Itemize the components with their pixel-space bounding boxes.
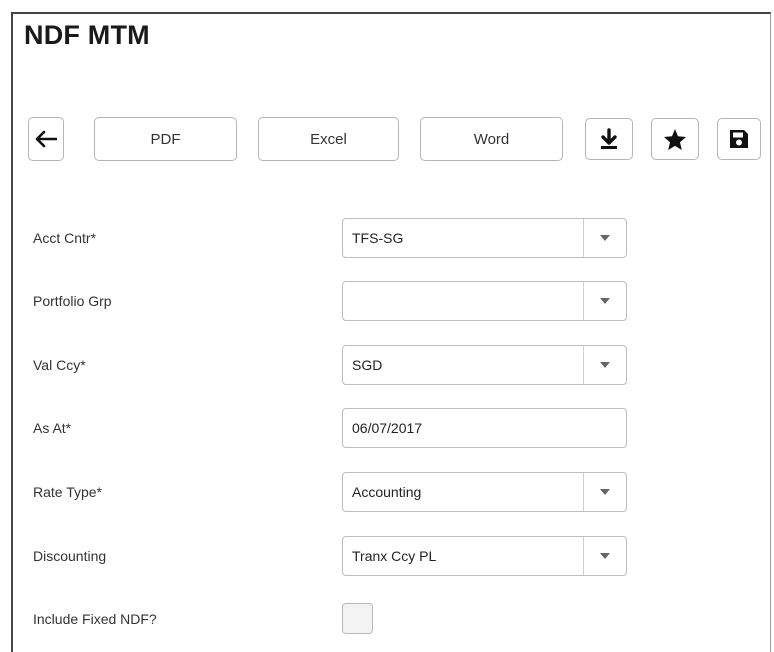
discounting-label: Discounting	[33, 548, 107, 564]
include-fixed-ndf-checkbox[interactable]	[342, 603, 373, 634]
rate-type-label: Rate Type*	[33, 484, 103, 500]
word-button[interactable]: Word	[420, 117, 563, 161]
chevron-down-icon	[600, 362, 610, 368]
dropdown-arrow[interactable]	[583, 473, 626, 511]
chevron-down-icon	[600, 489, 610, 495]
save-button[interactable]	[717, 118, 761, 160]
val-ccy-value: SGD	[352, 357, 383, 373]
val-ccy-select[interactable]: SGD	[342, 345, 627, 385]
arrow-left-icon	[35, 130, 57, 148]
as-at-input[interactable]: 06/07/2017	[342, 408, 627, 448]
acct-cntr-label: Acct Cntr*	[33, 230, 97, 246]
discounting-value: Tranx Ccy PL	[352, 548, 437, 564]
dropdown-arrow[interactable]	[583, 346, 626, 384]
chevron-down-icon	[600, 298, 610, 304]
excel-button-label: Excel	[310, 130, 347, 148]
portfolio-grp-label: Portfolio Grp	[33, 293, 112, 309]
back-button[interactable]	[28, 117, 64, 161]
rate-type-value: Accounting	[352, 484, 422, 500]
dropdown-arrow[interactable]	[583, 537, 626, 575]
pdf-button-label: PDF	[150, 130, 181, 148]
star-icon	[664, 128, 686, 150]
rate-type-select[interactable]: Accounting	[342, 472, 627, 512]
download-button[interactable]	[585, 118, 633, 160]
as-at-value: 06/07/2017	[352, 420, 423, 436]
val-ccy-label: Val Ccy*	[33, 357, 86, 373]
acct-cntr-select[interactable]: TFS-SG	[342, 218, 627, 258]
dropdown-arrow[interactable]	[583, 219, 626, 257]
page-title: NDF MTM	[24, 20, 150, 50]
chevron-down-icon	[600, 235, 610, 241]
favorite-button[interactable]	[651, 118, 699, 160]
acct-cntr-value: TFS-SG	[352, 230, 404, 246]
discounting-select[interactable]: Tranx Ccy PL	[342, 536, 627, 576]
include-fixed-ndf-label: Include Fixed NDF?	[33, 611, 157, 627]
portfolio-grp-select[interactable]	[342, 281, 627, 321]
word-button-label: Word	[473, 130, 510, 148]
as-at-label: As At*	[33, 420, 72, 436]
floppy-disk-icon	[730, 130, 748, 148]
chevron-down-icon	[600, 553, 610, 559]
download-icon	[601, 128, 617, 149]
excel-button[interactable]: Excel	[258, 117, 399, 161]
dropdown-arrow[interactable]	[583, 282, 626, 320]
pdf-button[interactable]: PDF	[94, 117, 237, 161]
